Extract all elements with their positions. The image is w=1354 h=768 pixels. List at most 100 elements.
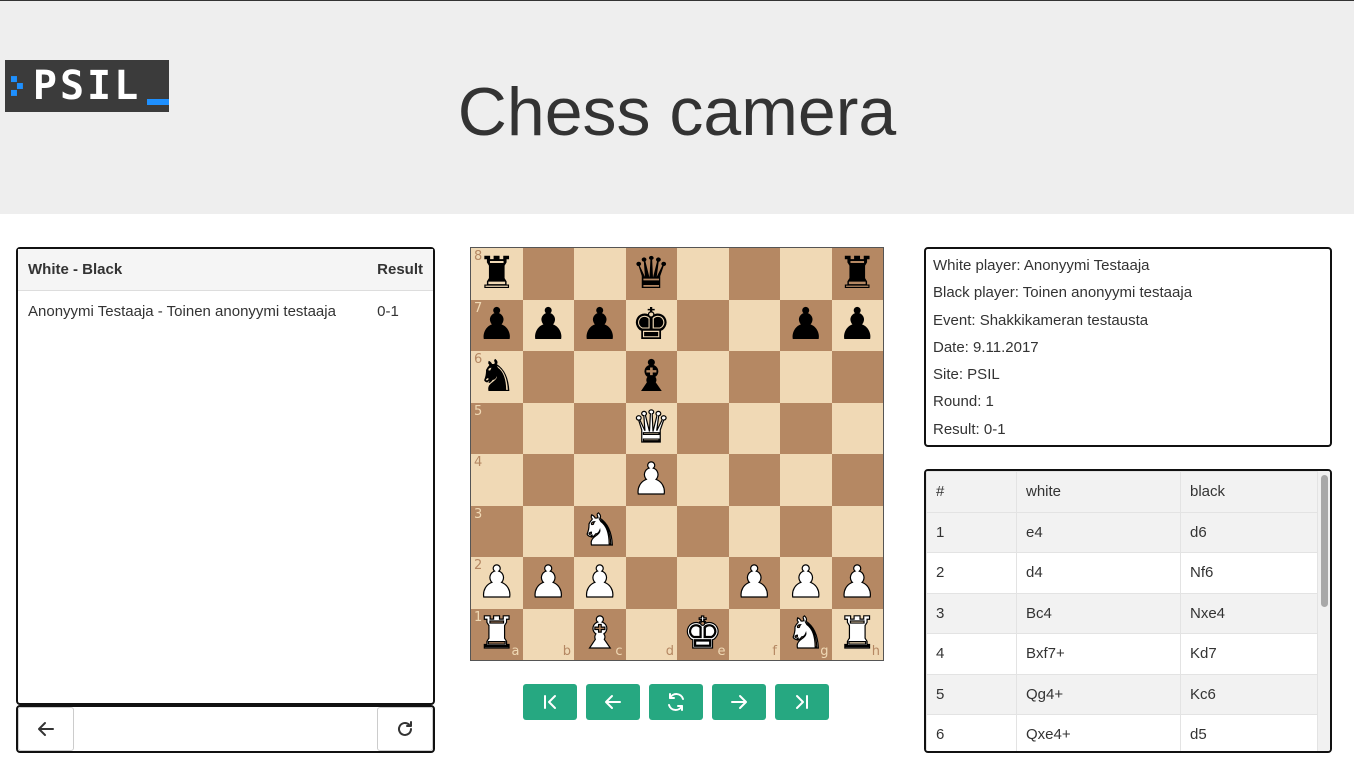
square-f5[interactable] [728,402,780,454]
square-c7[interactable]: ♟ [574,299,626,351]
prev-move-button[interactable] [586,684,640,720]
refresh-button[interactable] [377,707,433,751]
square-c1[interactable]: ♝ c [574,608,626,660]
black-queen-icon[interactable]: ♛ [632,251,671,296]
square-g6[interactable] [780,351,832,403]
move-row[interactable]: 2 d4 Nf6 [926,552,1318,594]
white-bishop-icon[interactable]: ♝ [579,611,620,656]
black-pawn-icon[interactable]: ♟ [529,303,568,347]
square-b2[interactable]: ♟ [522,557,574,609]
move-white[interactable]: Qg4+ [1016,673,1181,715]
square-c8[interactable] [574,248,626,300]
chess-board[interactable]: ♜ 8 ♛ ♜ ♟ 7 ♟ ♟ ♚ ♟ ♟ ♞ 6 ♝ 5 ♛ 4 ♟ 3 ♞ ♟ 2 ♟ ♟ ♟ ♟ ♟ ♜ 1 a b ♝ c d ♚ e f ♞ g ♜… [470,247,884,661]
square-b7[interactable]: ♟ [522,299,574,351]
flip-board-button[interactable] [649,684,703,720]
square-c2[interactable]: ♟ [574,557,626,609]
square-c5[interactable] [574,402,626,454]
square-f3[interactable] [728,505,780,557]
white-pawn-icon[interactable]: ♟ [631,457,672,502]
square-b1[interactable]: b [522,608,574,660]
white-knight-icon[interactable]: ♞ [579,508,620,553]
square-a7[interactable]: ♟ 7 [471,299,523,351]
black-pawn-icon[interactable]: ♟ [580,303,619,347]
move-black[interactable]: Kc6 [1180,673,1318,715]
square-f1[interactable]: f [728,608,780,660]
white-pawn-icon[interactable]: ♟ [837,560,878,605]
square-h5[interactable] [831,402,883,454]
square-d2[interactable] [625,557,677,609]
game-row[interactable]: Anonyymi Testaaja - Toinen anonyymi test… [18,291,433,333]
black-pawn-icon[interactable]: ♟ [786,303,825,347]
square-g1[interactable]: ♞ g [780,608,832,660]
square-e4[interactable] [677,454,729,506]
square-b8[interactable] [522,248,574,300]
square-a8[interactable]: ♜ 8 [471,248,523,300]
move-row[interactable]: 4 Bxf7+ Kd7 [926,633,1318,675]
black-rook-icon[interactable]: ♜ [477,251,516,296]
square-e5[interactable] [677,402,729,454]
square-d6[interactable]: ♝ [625,351,677,403]
square-f8[interactable] [728,248,780,300]
square-d7[interactable]: ♚ [625,299,677,351]
move-black[interactable]: d6 [1180,511,1318,553]
moves-scrollbar[interactable] [1318,471,1330,751]
square-g2[interactable]: ♟ [780,557,832,609]
square-d4[interactable]: ♟ [625,454,677,506]
square-c3[interactable]: ♞ [574,505,626,557]
square-h6[interactable] [831,351,883,403]
square-d5[interactable]: ♛ [625,402,677,454]
square-e6[interactable] [677,351,729,403]
back-button[interactable] [18,707,74,751]
move-black[interactable]: Nxe4 [1180,592,1318,634]
square-h7[interactable]: ♟ [831,299,883,351]
square-e2[interactable] [677,557,729,609]
square-e8[interactable] [677,248,729,300]
square-f2[interactable]: ♟ [728,557,780,609]
square-a2[interactable]: ♟ 2 [471,557,523,609]
white-pawn-icon[interactable]: ♟ [528,560,569,605]
black-rook-icon[interactable]: ♜ [838,251,877,296]
move-row[interactable]: 5 Qg4+ Kc6 [926,673,1318,715]
white-pawn-icon[interactable]: ♟ [734,560,775,605]
move-white[interactable]: Bc4 [1016,592,1181,634]
square-b3[interactable] [522,505,574,557]
square-e3[interactable] [677,505,729,557]
move-row[interactable]: 1 e4 d6 [926,511,1318,553]
square-h4[interactable] [831,454,883,506]
black-pawn-icon[interactable]: ♟ [477,303,516,347]
square-c6[interactable] [574,351,626,403]
white-queen-icon[interactable]: ♛ [631,405,672,450]
square-a1[interactable]: ♜ 1 a [471,608,523,660]
square-b4[interactable] [522,454,574,506]
square-c4[interactable] [574,454,626,506]
move-black[interactable]: d5 [1180,714,1318,751]
square-a3[interactable]: 3 [471,505,523,557]
black-knight-icon[interactable]: ♞ [477,354,516,399]
square-h3[interactable] [831,505,883,557]
move-white[interactable]: e4 [1016,511,1181,553]
square-h8[interactable]: ♜ [831,248,883,300]
square-d3[interactable] [625,505,677,557]
move-row[interactable]: 6 Qxe4+ d5 [926,714,1318,751]
square-h1[interactable]: ♜ h [831,608,883,660]
square-e7[interactable] [677,299,729,351]
square-g5[interactable] [780,402,832,454]
move-black[interactable]: Kd7 [1180,633,1318,675]
square-g3[interactable] [780,505,832,557]
black-bishop-icon[interactable]: ♝ [632,354,671,399]
square-b6[interactable] [522,351,574,403]
square-f6[interactable] [728,351,780,403]
moves-scrollbar-thumb[interactable] [1321,475,1328,607]
black-king-icon[interactable]: ♚ [632,303,671,347]
white-pawn-icon[interactable]: ♟ [579,560,620,605]
white-pawn-icon[interactable]: ♟ [476,560,517,605]
black-pawn-icon[interactable]: ♟ [838,303,877,347]
square-d8[interactable]: ♛ [625,248,677,300]
square-f7[interactable] [728,299,780,351]
last-move-button[interactable] [775,684,829,720]
white-pawn-icon[interactable]: ♟ [785,560,826,605]
move-row[interactable]: 3 Bc4 Nxe4 [926,592,1318,634]
square-e1[interactable]: ♚ e [677,608,729,660]
square-a4[interactable]: 4 [471,454,523,506]
square-b5[interactable] [522,402,574,454]
